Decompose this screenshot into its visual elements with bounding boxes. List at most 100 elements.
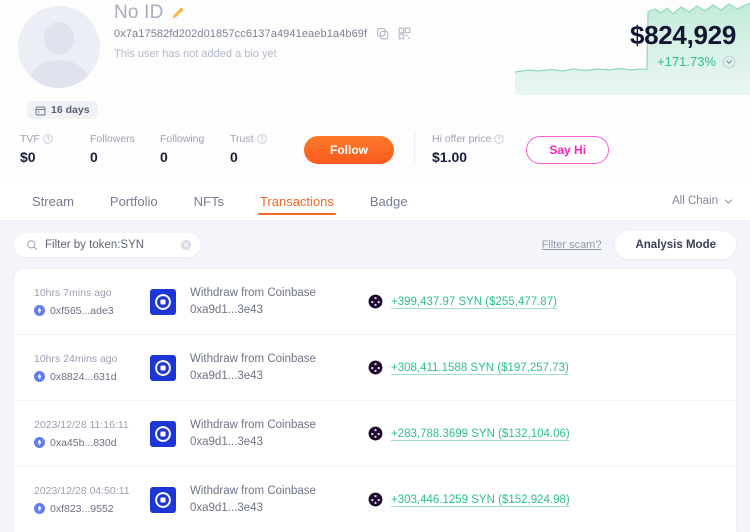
stat-followers-label: Followers: [90, 133, 135, 145]
tx-time: 2023/12/28 04:50:11: [34, 484, 130, 497]
tx-description-col: Withdraw from Coinbase 0xa9d1...3e43: [190, 485, 358, 514]
tx-description: Withdraw from Coinbase: [190, 353, 316, 365]
hi-offer-price-label: Hi offer price: [432, 133, 492, 145]
syn-token-icon: [368, 426, 383, 441]
transactions-panel: Filter scam? Analysis Mode 10hrs 7mins a…: [0, 221, 750, 532]
table-row[interactable]: 2023/12/28 04:50:11 0xf823...9552 Withdr…: [14, 467, 736, 532]
tab-stream[interactable]: Stream: [14, 182, 92, 220]
search-input[interactable]: [45, 239, 173, 251]
ethereum-icon: [34, 371, 45, 382]
tx-meta: 2023/12/28 11:16:11 0xa45b...830d: [34, 419, 150, 449]
hi-offer-price-value: $1.00: [432, 149, 468, 165]
syn-token-icon: [368, 360, 383, 375]
table-row[interactable]: 10hrs 7mins ago 0xf565...ade3 Withdraw f…: [14, 269, 736, 335]
hi-offer-price: Hi offer price $1.00: [432, 133, 505, 165]
stat-trust: Trust 0: [230, 133, 282, 165]
tx-meta: 10hrs 7mins ago 0xf565...ade3: [34, 287, 150, 317]
ethereum-icon: [34, 437, 45, 448]
tx-amount[interactable]: +283,788.3699 SYN ($132,104.06): [391, 428, 570, 440]
stat-tvf-value: $0: [20, 149, 36, 165]
tab-bar: Stream Portfolio NFTs Transactions Badge…: [0, 182, 750, 221]
info-icon: [256, 134, 267, 144]
tx-description: Withdraw from Coinbase: [190, 485, 316, 497]
tx-description-col: Withdraw from Coinbase 0xa9d1...3e43: [190, 419, 358, 448]
tx-time: 10hrs 24mins ago: [34, 352, 118, 365]
stat-following[interactable]: Following 0: [160, 133, 212, 165]
close-circle-icon[interactable]: [180, 239, 192, 251]
coinbase-icon: [150, 354, 176, 381]
analysis-mode-button[interactable]: Analysis Mode: [615, 231, 736, 259]
tab-nfts[interactable]: NFTs: [176, 182, 242, 220]
tx-time: 2023/12/28 11:16:11: [34, 418, 129, 431]
tx-hash[interactable]: 0xa45b...830d: [50, 437, 117, 449]
stat-tvf-label: TVF: [20, 133, 40, 145]
stat-trust-value: 0: [230, 149, 238, 165]
tx-description-col: Withdraw from Coinbase 0xa9d1...3e43: [190, 287, 358, 316]
profile-page: No ID 0x7a17582fd202d01857cc6137a4941eae…: [0, 0, 750, 532]
qr-code-icon[interactable]: [398, 27, 411, 40]
profile-header: No ID 0x7a17582fd202d01857cc6137a4941eae…: [0, 0, 750, 182]
tx-amount-col: +399,437.97 SYN ($255,477.87): [368, 294, 557, 309]
portfolio-change: +171.73%: [657, 54, 716, 69]
coinbase-icon: [150, 486, 176, 513]
coinbase-icon: [150, 420, 176, 447]
copy-icon[interactable]: [376, 27, 389, 40]
syn-token-icon: [368, 492, 383, 507]
transactions-list: 10hrs 7mins ago 0xf565...ade3 Withdraw f…: [14, 269, 736, 532]
tx-to-address[interactable]: 0xa9d1...3e43: [190, 436, 358, 448]
wallet-address-row: 0x7a17582fd202d01857cc6137a4941eaeb1a4b6…: [114, 27, 411, 40]
chevron-down-icon: [724, 198, 733, 204]
tx-hash[interactable]: 0xf823...9552: [50, 503, 114, 515]
info-icon: [494, 134, 505, 144]
account-age-label: 16 days: [51, 104, 90, 116]
avatar-placeholder-body: [30, 60, 88, 88]
tx-amount-col: +283,788.3699 SYN ($132,104.06): [368, 426, 570, 441]
table-row[interactable]: 2023/12/28 11:16:11 0xa45b...830d Withdr…: [14, 401, 736, 467]
stat-trust-label: Trust: [230, 133, 254, 145]
stat-tvf: TVF $0: [20, 133, 72, 165]
search-box[interactable]: [14, 233, 200, 257]
follow-button[interactable]: Follow: [304, 136, 394, 164]
profile-name-row: No ID: [114, 2, 185, 24]
pencil-icon[interactable]: [171, 6, 185, 20]
table-row[interactable]: 10hrs 24mins ago 0x8824...631d Withdraw …: [14, 335, 736, 401]
info-icon: [43, 134, 53, 144]
tx-amount[interactable]: +399,437.97 SYN ($255,477.87): [391, 296, 557, 308]
tx-time: 10hrs 7mins ago: [34, 286, 112, 299]
portfolio-value: $824,929: [629, 20, 736, 50]
tab-transactions[interactable]: Transactions: [242, 182, 352, 220]
chain-filter-dropdown[interactable]: All Chain: [672, 195, 734, 207]
tx-amount-col: +303,446.1259 SYN ($152,924.98): [368, 492, 570, 507]
avatar-placeholder-icon: [44, 22, 74, 54]
profile-bio: This user has not added a bio yet: [114, 48, 277, 60]
say-hi-button[interactable]: Say Hi: [526, 136, 610, 164]
stat-followers[interactable]: Followers 0: [90, 133, 142, 165]
search-icon: [27, 240, 38, 251]
avatar[interactable]: [18, 6, 100, 88]
transactions-toolbar: Filter scam? Analysis Mode: [14, 221, 736, 269]
tx-meta: 10hrs 24mins ago 0x8824...631d: [34, 353, 150, 383]
profile-stats: TVF $0 Followers 0 Following 0 Trust 0 F…: [0, 131, 610, 165]
tx-amount[interactable]: +303,446.1259 SYN ($152,924.98): [391, 494, 570, 506]
tx-amount[interactable]: +308,411.1588 SYN ($197,257.73): [391, 362, 569, 374]
stat-following-value: 0: [160, 149, 168, 165]
tx-description: Withdraw from Coinbase: [190, 287, 316, 299]
filter-scam-link[interactable]: Filter scam?: [542, 239, 602, 251]
tx-to-address[interactable]: 0xa9d1...3e43: [190, 502, 358, 514]
tx-hash[interactable]: 0x8824...631d: [50, 371, 117, 383]
tx-amount-col: +308,411.1588 SYN ($197,257.73): [368, 360, 569, 375]
tab-badge[interactable]: Badge: [352, 182, 426, 220]
syn-token-icon: [368, 294, 383, 309]
chevron-down-circle-icon[interactable]: [722, 55, 736, 69]
tx-to-address[interactable]: 0xa9d1...3e43: [190, 370, 358, 382]
calendar-icon: [35, 106, 46, 115]
tx-description-col: Withdraw from Coinbase 0xa9d1...3e43: [190, 353, 358, 382]
tx-meta: 2023/12/28 04:50:11 0xf823...9552: [34, 485, 150, 515]
ethereum-icon: [34, 305, 45, 316]
stat-following-label: Following: [160, 133, 205, 145]
tx-hash[interactable]: 0xf565...ade3: [50, 305, 114, 317]
tx-to-address[interactable]: 0xa9d1...3e43: [190, 304, 358, 316]
tab-portfolio[interactable]: Portfolio: [92, 182, 176, 220]
stat-followers-value: 0: [90, 149, 98, 165]
ethereum-icon: [34, 503, 45, 514]
